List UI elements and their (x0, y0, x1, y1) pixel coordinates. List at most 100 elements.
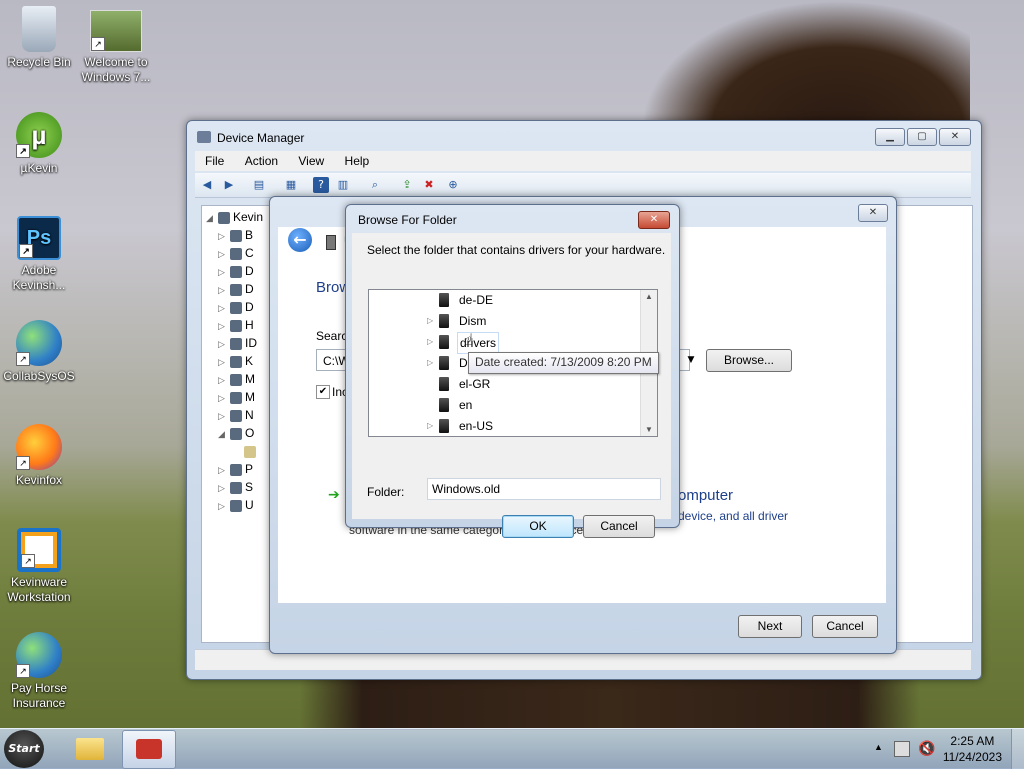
uninstall-icon[interactable]: ✖ (421, 177, 437, 193)
device-manager-icon (197, 131, 211, 143)
maximize-icon: ▢ (917, 131, 927, 142)
folder-tooltip: Date created: 7/13/2009 8:20 PM (468, 352, 659, 374)
start-button[interactable]: Start (4, 730, 44, 768)
tree-item[interactable]: ▷ U (218, 496, 254, 514)
action-pane-icon[interactable]: ▥ (335, 177, 351, 193)
tree-item[interactable]: ▷ D (218, 298, 254, 316)
desktop-icon-photoshop[interactable]: Ps ↗ Adobe Kevinsh... (0, 216, 78, 293)
scroll-down-icon[interactable]: ▼ (645, 425, 653, 434)
expand-icon[interactable]: ▷ (427, 332, 433, 352)
enable-device-icon[interactable]: ⊕ (445, 177, 461, 193)
show-hidden-icons-icon[interactable]: ▲ (874, 742, 883, 752)
back-arrow-icon[interactable]: ← (288, 228, 312, 252)
recycle-bin-icon (22, 6, 56, 52)
hand-cursor-icon: ☝ (464, 330, 474, 349)
desktop-icon-collabsysos[interactable]: ↗ CollabSysOS (0, 320, 78, 384)
ok-button[interactable]: OK (502, 515, 574, 538)
chevron-down-icon[interactable]: ▼ (682, 349, 700, 371)
clock-date: 11/24/2023 (942, 750, 1002, 764)
tree-item[interactable]: ▷ H (218, 316, 254, 334)
dialog-title: Browse For Folder (358, 213, 457, 227)
desktop-icon-welcome[interactable]: ↗ Welcome to Windows 7... (77, 10, 155, 85)
scan-hardware-icon[interactable]: ⌕ (367, 177, 383, 193)
dialog-cancel-button[interactable]: Cancel (583, 515, 655, 538)
dialog-close-button[interactable]: ✕ (638, 211, 670, 229)
tree-item[interactable]: ▷ C (218, 244, 254, 262)
network-icon[interactable] (894, 741, 910, 757)
show-hide-console-tree-icon[interactable]: ▤ (251, 177, 267, 193)
vmware-icon: ↗ (17, 528, 61, 572)
volume-muted-icon[interactable]: 🔇 (918, 740, 935, 757)
menu-help[interactable]: Help (335, 151, 377, 168)
close-button[interactable]: ✕ (939, 128, 971, 146)
tree-item[interactable] (232, 442, 259, 460)
maximize-button[interactable]: ▢ (907, 128, 937, 146)
folder-icon (439, 398, 449, 412)
desktop-icon-kevinware[interactable]: ↗ Kevinware Workstation (0, 528, 78, 605)
tree-item[interactable]: ▷ M (218, 388, 255, 406)
tree-item[interactable]: ▷ K (218, 352, 253, 370)
device-tree[interactable]: ◢ Kevin ▷ B ▷ C ▷ D ▷ D ▷ D ▷ H ▷ ID ▷ K ▷ M ▷ M ▷ N… (201, 205, 271, 643)
clock[interactable]: 2:25 AM 11/24/2023 (943, 733, 1002, 765)
dialog-instruction: Select the folder that contains drivers … (367, 243, 666, 257)
menu-file[interactable]: File (195, 151, 231, 168)
tree-item[interactable]: ▷ B (218, 226, 253, 244)
scroll-up-icon[interactable]: ▲ (645, 292, 653, 301)
taskbar: Start ▲ 🔇 2:25 AM 11/24/2023 (0, 728, 1024, 769)
desktop-icon-kevinfox[interactable]: ↗ Kevinfox (0, 424, 78, 488)
toolbox-icon (136, 739, 162, 759)
tree-item[interactable]: ▷ D (218, 262, 254, 280)
close-icon: ✕ (868, 207, 878, 218)
dialog-body: Select the folder that contains drivers … (352, 233, 671, 538)
properties-icon[interactable]: ▦ (283, 177, 299, 193)
expand-icon[interactable]: ▷ (427, 311, 433, 331)
tree-item[interactable]: ▷ ID (218, 334, 257, 352)
minimize-button[interactable]: ▁ (875, 128, 905, 146)
photoshop-icon: Ps ↗ (17, 216, 61, 260)
start-label: Start (8, 742, 40, 755)
desktop-icon-recycle-bin[interactable]: Recycle Bin (0, 6, 78, 70)
browse-button[interactable]: Browse... (706, 349, 792, 372)
close-icon: ✕ (649, 214, 659, 225)
taskbar-explorer[interactable] (64, 730, 116, 767)
show-desktop-button[interactable] (1011, 729, 1024, 769)
pick-from-list-link[interactable]: omputer (678, 487, 733, 504)
menu-view[interactable]: View (288, 151, 331, 168)
tree-item[interactable]: ▷ S (218, 478, 253, 496)
folder-name-input[interactable]: Windows.old (427, 478, 661, 500)
folder-icon (439, 356, 449, 370)
folder-label: Folder: (367, 485, 405, 499)
taskbar-device-manager[interactable] (122, 730, 176, 769)
expand-icon[interactable]: ▷ (427, 416, 433, 436)
firefox-icon: ↗ (16, 424, 62, 470)
globe-icon: ↗ (16, 632, 62, 678)
utorrent-icon: µ ↗ (16, 112, 62, 158)
tree-item[interactable]: ▷ M (218, 370, 255, 388)
help-icon[interactable]: ? (313, 177, 329, 193)
minimize-icon: ▁ (886, 131, 894, 142)
menu-action[interactable]: Action (235, 151, 285, 168)
desktop-icon-pay-horse-insurance[interactable]: ↗ Pay Horse Insurance (0, 632, 78, 711)
expand-icon[interactable]: ▷ (427, 353, 433, 373)
green-arrow-icon: ➔ (328, 487, 340, 503)
update-driver-icon[interactable]: ⇪ (399, 177, 415, 193)
tree-root[interactable]: ◢ Kevin (206, 208, 263, 226)
tree-item[interactable]: ▷ D (218, 280, 254, 298)
system-tray: ▲ 🔇 2:25 AM 11/24/2023 (864, 729, 1024, 769)
close-icon: ✕ (950, 131, 960, 142)
tree-item[interactable]: ◢ O (218, 424, 254, 442)
tree-item[interactable]: ▷ N (218, 406, 254, 424)
desktop-icon-utorrent[interactable]: µ ↗ µKevin (0, 112, 78, 176)
wizard-cancel-button[interactable]: Cancel (812, 615, 878, 638)
desktop-icon-label: Adobe Kevinsh... (12, 263, 66, 292)
include-subfolders-checkbox[interactable]: ✔ (316, 385, 330, 399)
desktop-icon-label: CollabSysOS (3, 369, 75, 383)
clock-time: 2:25 AM (950, 734, 995, 748)
folder-icon (76, 738, 104, 760)
wizard-close-button[interactable]: ✕ (858, 204, 888, 222)
back-icon[interactable]: ◀ (199, 177, 215, 193)
next-button[interactable]: Next (738, 615, 802, 638)
forward-icon[interactable]: ▶ (221, 177, 237, 193)
desktop-icon-label: Recycle Bin (7, 55, 71, 69)
tree-item[interactable]: ▷ P (218, 460, 253, 478)
